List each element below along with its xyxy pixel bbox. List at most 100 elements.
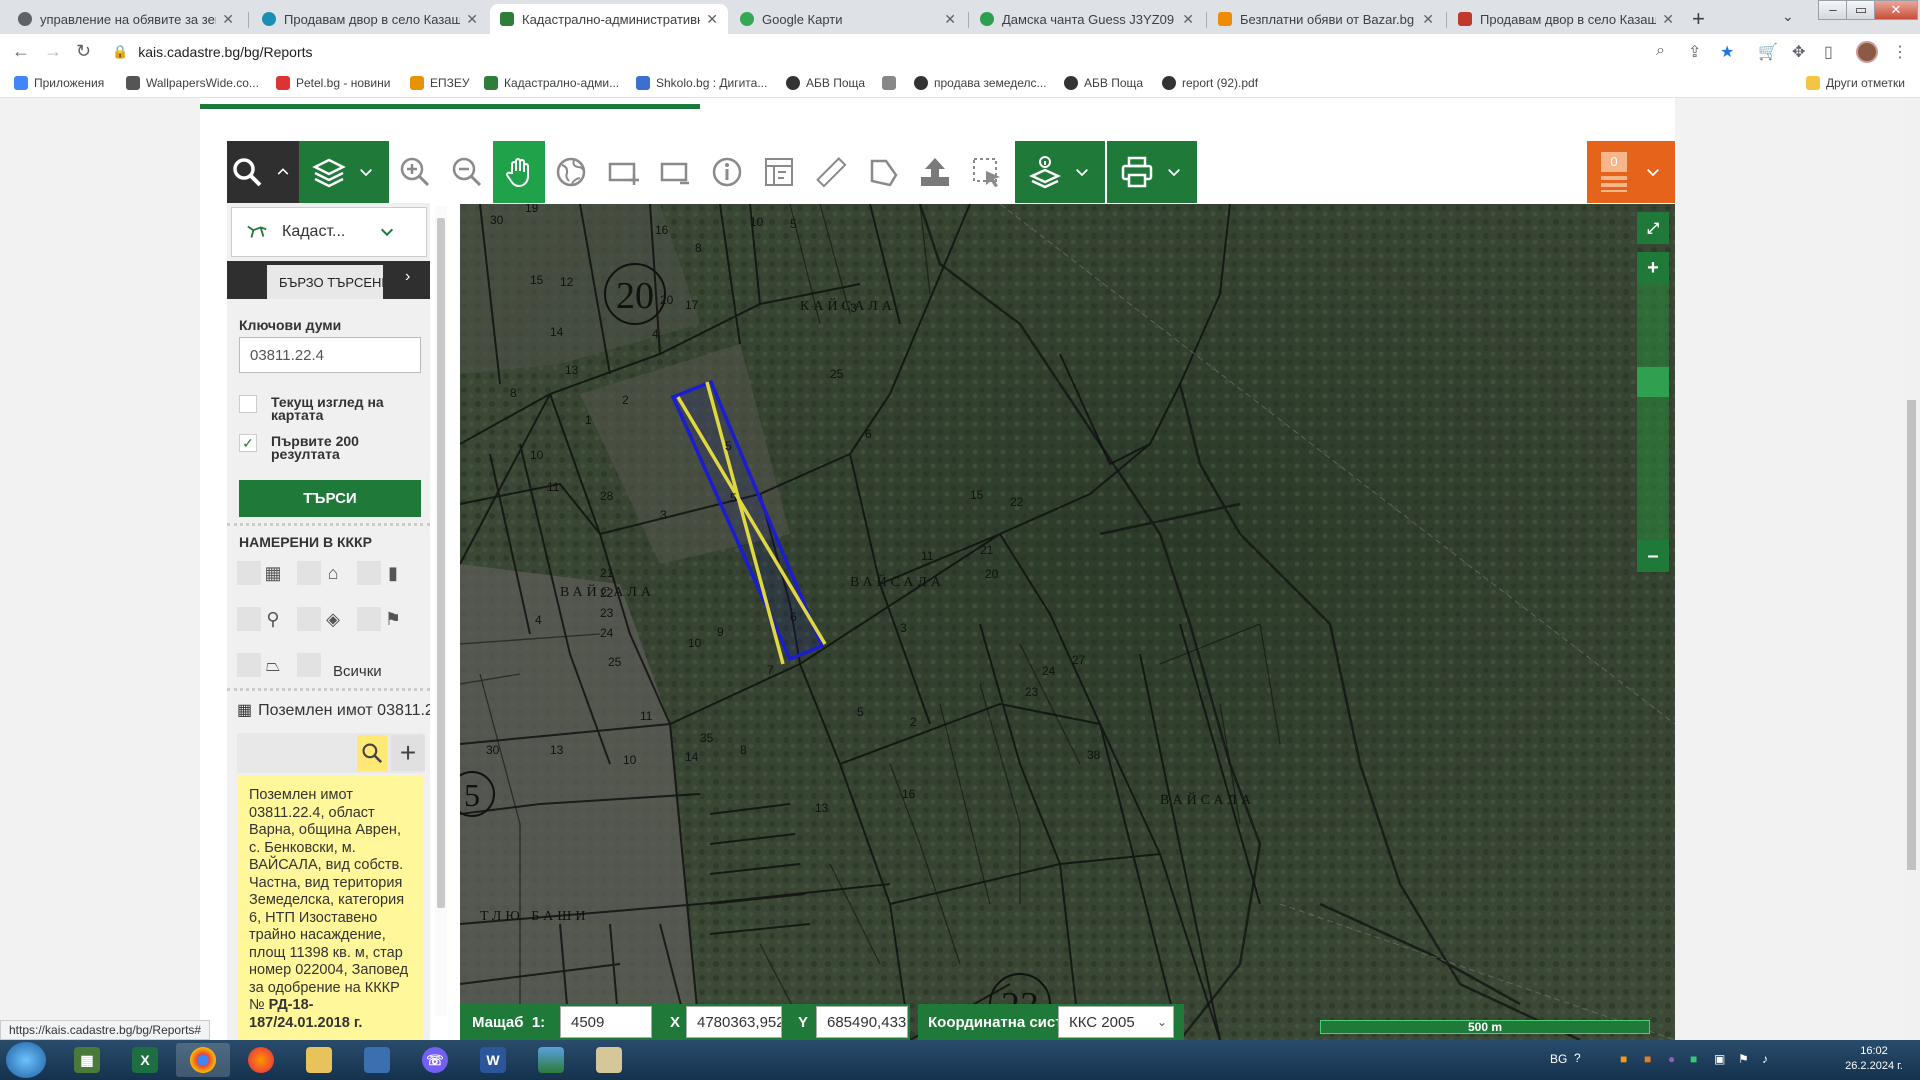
result-add-button[interactable]: + [391,735,425,771]
filter-all-checkbox[interactable] [297,653,321,677]
close-tab-icon[interactable]: ✕ [1422,11,1434,28]
select-area-button[interactable] [961,141,1013,203]
first200-checkbox[interactable]: ✓ [239,434,257,452]
zoom-in-button[interactable] [389,141,441,203]
start-button[interactable] [6,1042,46,1078]
zoom-icon[interactable]: ⌕ [1656,42,1665,60]
tab-quick-search[interactable]: БЪРЗО ТЪРСЕНЕ [267,265,383,299]
bookmark-item[interactable]: АБВ Поща [786,76,865,90]
volume-icon[interactable]: ♪ [1762,1052,1768,1066]
boundary-marker-icon[interactable]: ⚑ [381,607,405,631]
layers-tool-button[interactable] [299,141,389,203]
bookmark-item[interactable]: продава земеделс... [914,76,1047,90]
location-pin-icon[interactable]: ⚲ [261,607,285,631]
bookmark-item[interactable]: ЕПЗЕУ [410,76,470,90]
add-rect-button[interactable] [597,141,649,203]
tray-app-icon[interactable]: ■ [1620,1052,1627,1066]
profile-avatar[interactable] [1856,41,1878,63]
clock[interactable]: 16:02 26.2.2024 г. [1832,1044,1916,1074]
back-arrow-icon[interactable]: ← [12,41,30,62]
page-scrollbar-thumb[interactable] [1907,400,1916,870]
browser-tab[interactable]: управление на обявите за земе ✕ [8,4,244,34]
map-view[interactable]: 20 5 23 ВАЙСАЛА ВАЙСАЛА ВАЙСАЛА ТЛЮ БАШИ… [460,204,1675,1040]
more-menu-icon[interactable]: ⋮ [1892,42,1908,62]
tray-app-icon[interactable]: ■ [1690,1052,1697,1066]
filter-checkbox[interactable] [237,653,261,677]
taskbar-app-calc[interactable]: ▦ [60,1043,114,1077]
filter-checkbox[interactable] [357,561,381,585]
upload-button[interactable] [909,141,961,203]
taskbar-app-word[interactable]: W [466,1043,520,1077]
side-panel-icon[interactable]: ▯ [1824,42,1833,62]
filter-checkbox[interactable] [237,607,261,631]
apartment-icon[interactable]: ▮ [381,561,405,585]
zoom-out-button[interactable] [441,141,493,203]
bookmark-apps[interactable]: Приложения [14,76,104,90]
bookmark-item[interactable]: Petel.bg - новини [276,76,390,90]
browser-tab-active[interactable]: Кадастрално-административна ✕ [490,4,728,34]
new-tab-button[interactable]: + [1692,6,1705,32]
taskbar-app-firefox[interactable] [234,1043,288,1077]
zoom-slider-thumb[interactable] [1637,367,1669,397]
measure-table-button[interactable] [753,141,805,203]
building-house-icon[interactable]: ⌂ [321,561,345,585]
print-button[interactable] [1107,141,1197,203]
search-tool-button[interactable] [227,141,267,203]
taskbar-app-excel[interactable]: X [118,1043,172,1077]
fullscreen-button[interactable]: ⤢ [1637,212,1669,244]
filter-checkbox[interactable] [297,561,321,585]
tray-app-icon[interactable]: ■ [1644,1052,1651,1066]
scale-input[interactable] [560,1006,652,1038]
select-rect-button[interactable] [649,141,701,203]
results-list-button[interactable]: 0 [1587,141,1675,203]
taskbar-app-explorer[interactable] [292,1043,346,1077]
language-indicator[interactable]: BG [1550,1052,1567,1066]
other-bookmarks[interactable]: Други отметки [1806,76,1905,90]
result-zoom-button[interactable] [357,735,387,771]
filter-checkbox[interactable] [357,607,381,631]
y-coordinate-input[interactable] [816,1006,908,1038]
share-icon[interactable]: ⇪ [1688,42,1701,62]
crs-select[interactable]: ККС 2005 ⌄ [1058,1006,1174,1038]
bookmark-item[interactable] [882,76,902,90]
close-tab-icon[interactable]: ✕ [222,11,234,28]
bookmark-item[interactable]: report (92).pdf [1162,76,1258,90]
extensions-puzzle-icon[interactable]: ✥ [1792,42,1805,62]
keywords-input[interactable] [239,337,421,373]
panel-scrollbar-thumb[interactable] [437,218,445,908]
identify-layers-button[interactable] [1015,141,1105,203]
taskbar-app-photos[interactable] [524,1043,578,1077]
taskbar-app-paint[interactable] [582,1043,636,1077]
browser-tab[interactable]: Google Карти ✕ [730,4,966,34]
browser-tab[interactable]: Продавам двор в село Казашка ✕ [252,4,488,34]
browser-tab[interactable]: Продавам двор в село Казашка ✕ [1448,4,1684,34]
bookmark-item[interactable]: WallpapersWide.co... [126,76,259,90]
taskbar-app-chrome[interactable] [176,1043,230,1077]
close-tab-icon[interactable]: ✕ [944,11,956,28]
filter-checkbox[interactable] [237,561,261,585]
collapse-panel-button[interactable] [267,141,299,203]
close-tab-icon[interactable]: ✕ [706,11,718,28]
polygon-button[interactable] [857,141,909,203]
info-button[interactable] [701,141,753,203]
chevron-right-icon[interactable]: › [405,268,410,286]
bookmark-item[interactable]: Кадастрално-адми... [484,76,619,90]
ruler-button[interactable] [805,141,857,203]
bookmark-star-icon[interactable]: ★ [1720,42,1734,62]
bookmark-item[interactable]: АБВ Поща [1064,76,1143,90]
orthophoto-map[interactable]: 20 5 23 ВАЙСАЛА ВАЙСАЛА ВАЙСАЛА ТЛЮ БАШИ… [460,204,1675,1040]
layer-select[interactable]: Кадаст... [231,207,427,257]
search-button[interactable]: ТЪРСИ [239,480,421,517]
zoom-slider[interactable] [1637,266,1669,558]
browser-tab[interactable]: Безплатни обяви от Bazar.bg – ✕ [1208,4,1444,34]
polygon-icon[interactable]: ⏢ [261,653,285,677]
taskbar-app-viber[interactable]: ☏ [408,1043,462,1077]
network-icon[interactable]: ▣ [1714,1052,1725,1066]
flag-icon[interactable]: ⚑ [1738,1052,1749,1066]
extension-cart-icon[interactable]: 🛒 [1758,42,1778,62]
help-icon[interactable]: ? [1574,1051,1581,1065]
close-window-button[interactable]: ✕ [1874,0,1918,20]
zoom-in-map-button[interactable]: + [1637,252,1669,284]
current-view-checkbox[interactable] [239,395,257,413]
bookmark-item[interactable]: Shkolo.bg : Дигита... [636,76,767,90]
